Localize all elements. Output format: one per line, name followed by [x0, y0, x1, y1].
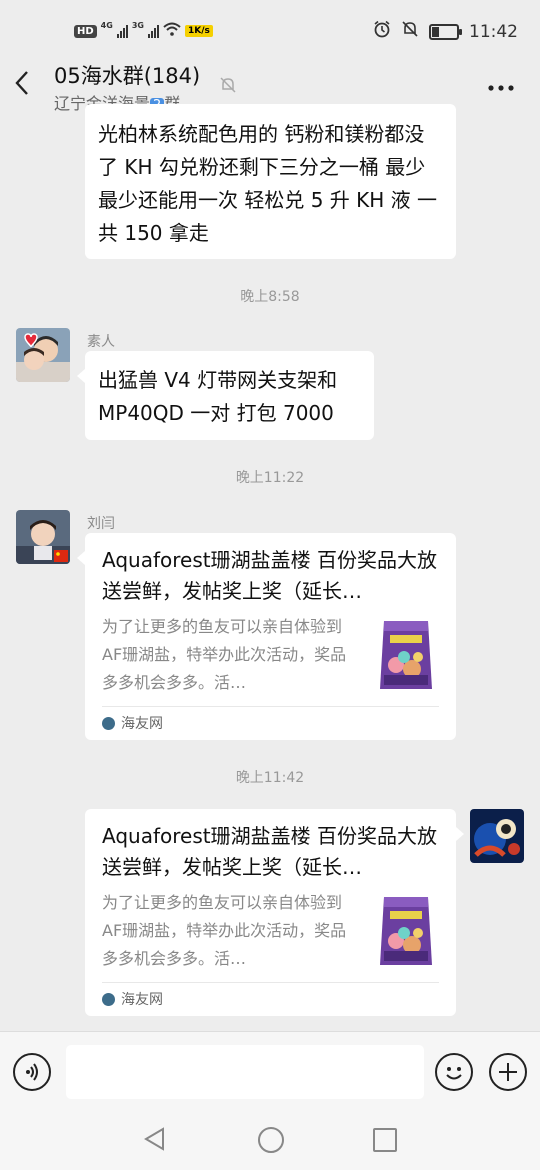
triangle-back-icon — [144, 1127, 164, 1151]
card-source-name: 海友网 — [121, 992, 163, 1008]
card-thumbnail-image — [370, 617, 442, 693]
plus-icon — [499, 1063, 517, 1081]
system-nav-bar — [0, 1111, 540, 1170]
status-bar: HD 4G 3G 1K/s 11:42 — [0, 0, 540, 64]
source-logo-icon — [102, 716, 115, 730]
wifi-icon — [163, 22, 181, 40]
input-bar — [0, 1031, 540, 1112]
nav-back-button[interactable] — [143, 1127, 167, 1155]
message-bubble[interactable]: 光柏林系统配色用的 钙粉和镁粉都没了 KH 勾兑粉还剩下三分之一桶 最少最少还能… — [85, 104, 456, 259]
clock-time: 11:42 — [469, 21, 518, 42]
voice-icon — [26, 1063, 38, 1081]
voice-input-button[interactable] — [13, 1053, 51, 1091]
source-logo-icon — [102, 992, 115, 1006]
card-source: 海友网 — [102, 713, 163, 733]
timestamp: 晚上11:22 — [235, 470, 305, 486]
avatar[interactable] — [16, 328, 70, 382]
mute-bell-icon — [401, 20, 419, 43]
muted-icon — [219, 76, 237, 98]
message-text: 光柏林系统配色用的 钙粉和镁粉都没了 KH 勾兑粉还剩下三分之一桶 最少最少还能… — [98, 122, 438, 245]
card-divider — [102, 982, 439, 983]
card-description: 为了让更多的鱼友可以亲自体验到AF珊湖盐，特举办此次活动，奖品多多机会多多。活… — [102, 893, 347, 968]
chevron-left-icon — [15, 71, 28, 95]
timestamp: 晚上11:42 — [235, 770, 305, 786]
message-input[interactable] — [66, 1045, 424, 1099]
avatar[interactable] — [16, 510, 70, 564]
card-source-name: 海友网 — [121, 716, 163, 732]
emoji-button[interactable] — [435, 1053, 473, 1091]
card-description: 为了让更多的鱼友可以亲自体验到AF珊湖盐，特举办此次活动，奖品多多机会多多。活… — [102, 617, 347, 692]
more-options-button[interactable] — [488, 70, 514, 96]
alarm-icon — [373, 20, 391, 43]
link-card[interactable]: Aquaforest珊湖盐盖楼 百份奖品大放送尝鲜，发帖奖上奖（延长… 为了让更… — [77, 533, 456, 740]
sender-name: 素人 — [87, 334, 115, 350]
card-source: 海友网 — [102, 989, 163, 1009]
more-actions-button[interactable] — [489, 1053, 527, 1091]
speed-badge: 1K/s — [184, 25, 213, 37]
my-avatar[interactable] — [470, 809, 524, 863]
card-divider — [102, 706, 439, 707]
message-bubble[interactable]: 出猛兽 V4 灯带网关支架和 MP40QD 一对 打包 7000 — [77, 351, 374, 440]
more-dots-icon — [488, 85, 514, 91]
nav-recents-button[interactable] — [373, 1128, 397, 1152]
signal-2-icon — [147, 24, 159, 38]
nav-home-button[interactable] — [258, 1127, 284, 1153]
smiley-icon — [446, 1067, 462, 1080]
hd-badge: HD — [74, 24, 97, 38]
back-button[interactable] — [14, 70, 40, 104]
message-text: 出猛兽 V4 灯带网关支架和 MP40QD 一对 打包 7000 — [98, 368, 338, 425]
link-card[interactable]: Aquaforest珊湖盐盖楼 百份奖品大放送尝鲜，发帖奖上奖（延长… 为了让更… — [85, 809, 464, 1016]
battery-icon — [429, 23, 462, 40]
signal-1-label: 4G — [100, 20, 113, 30]
chat-title: 05海水群(184) — [54, 64, 201, 88]
signal-1-icon — [116, 24, 128, 38]
status-right: 11:42 — [373, 20, 518, 43]
card-thumbnail-image — [370, 893, 442, 969]
signal-2-label: 3G — [131, 20, 144, 30]
card-title: Aquaforest珊湖盐盖楼 百份奖品大放送尝鲜，发帖奖上奖（延长… — [102, 824, 437, 879]
sender-name: 刘闫 — [87, 516, 115, 532]
card-title: Aquaforest珊湖盐盖楼 百份奖品大放送尝鲜，发帖奖上奖（延长… — [102, 548, 437, 603]
timestamp: 晚上8:58 — [240, 289, 300, 305]
status-left: HD 4G 3G 1K/s — [74, 20, 213, 40]
